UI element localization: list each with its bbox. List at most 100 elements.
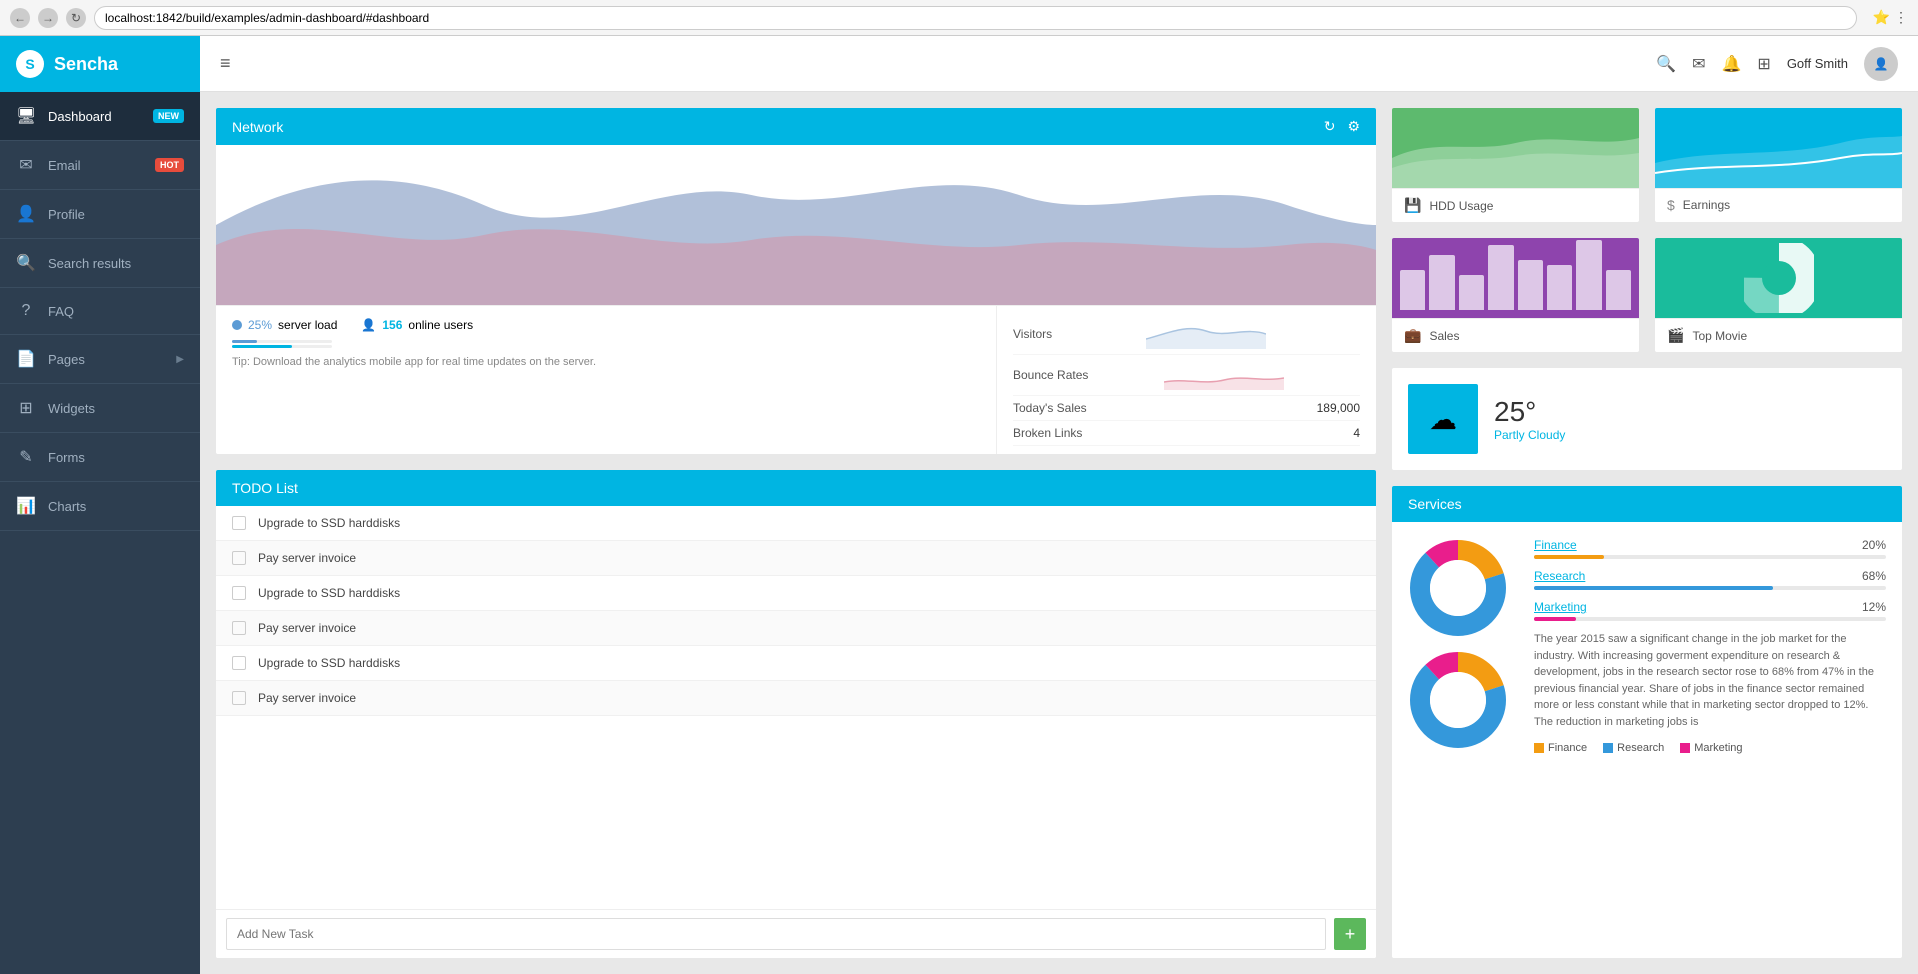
research-link[interactable]: Research <box>1534 569 1585 583</box>
forward-button[interactable]: → <box>38 8 58 28</box>
earnings-chart <box>1655 108 1902 188</box>
marketing-legend-label: Marketing <box>1694 742 1742 754</box>
earnings-label: Earnings <box>1683 198 1730 212</box>
todo-checkbox[interactable] <box>232 691 246 705</box>
browser-icons: ⭐ ⋮ <box>1873 9 1908 26</box>
sales-value: 189,000 <box>1317 401 1360 415</box>
services-donut-charts <box>1408 538 1518 754</box>
server-load-bar <box>232 340 332 343</box>
dollar-icon: $ <box>1667 197 1675 213</box>
todo-title: TODO List <box>232 480 298 496</box>
right-column: 💾 HDD Usage $ <box>1392 108 1902 958</box>
grid-icon[interactable]: ⊞ <box>1757 54 1770 74</box>
sidebar-item-charts[interactable]: 📊 Charts <box>0 482 200 531</box>
settings-icon[interactable]: ⚙ <box>1347 118 1360 135</box>
todo-checkbox[interactable] <box>232 551 246 565</box>
earnings-footer: $ Earnings <box>1655 188 1902 221</box>
sidebar-item-pages[interactable]: 📄 Pages ▶ <box>0 335 200 384</box>
email-icon: ✉ <box>16 155 36 175</box>
movie-label: Top Movie <box>1692 329 1747 343</box>
movie-icon: 🎬 <box>1667 327 1684 344</box>
url-bar[interactable] <box>94 6 1857 30</box>
sidebar-item-label: Dashboard <box>48 109 141 124</box>
todo-checkbox[interactable] <box>232 656 246 670</box>
donut-chart-top <box>1408 538 1508 638</box>
online-users-count: 156 <box>382 318 402 332</box>
marketing-link[interactable]: Marketing <box>1534 600 1587 614</box>
todo-card: TODO List Upgrade to SSD harddisks Pay s… <box>216 470 1376 958</box>
bar-chart-bar <box>1429 255 1454 310</box>
server-load-stat: 25% server load <box>232 318 337 332</box>
online-users-bar-fill <box>232 345 292 348</box>
user-avatar[interactable]: 👤 <box>1864 47 1898 81</box>
charts-icon: 📊 <box>16 496 36 516</box>
services-legend: Finance Research Marketing <box>1534 742 1886 754</box>
sidebar-logo: S Sencha <box>0 36 200 92</box>
network-card: Network ↻ ⚙ <box>216 108 1376 454</box>
services-card: Services <box>1392 486 1902 958</box>
logo-icon: S <box>16 50 44 78</box>
visitors-label: Visitors <box>1013 327 1052 341</box>
sidebar-item-widgets[interactable]: ⊞ Widgets <box>0 384 200 433</box>
services-description: The year 2015 saw a significant change i… <box>1534 631 1886 730</box>
main-content: ≡ 🔍 ✉ 🔔 ⊞ Goff Smith 👤 Network <box>200 36 1918 974</box>
server-load-pct: 25% <box>248 318 272 332</box>
bar-chart-bar <box>1606 270 1631 310</box>
sidebar-item-faq[interactable]: ? FAQ <box>0 288 200 335</box>
todo-checkbox[interactable] <box>232 516 246 530</box>
metric-visitors: Visitors <box>1013 314 1360 355</box>
tip-text: Tip: Download the analytics mobile app f… <box>232 356 980 368</box>
pages-icon: 📄 <box>16 349 36 369</box>
hdd-widget: 💾 HDD Usage <box>1392 108 1639 222</box>
todo-checkbox[interactable] <box>232 586 246 600</box>
finance-bar-fill <box>1534 555 1604 559</box>
server-load-dot <box>232 320 242 330</box>
marketing-bar-fill <box>1534 617 1576 621</box>
bar-chart-bar <box>1488 245 1513 310</box>
search-icon[interactable]: 🔍 <box>1656 54 1676 74</box>
earnings-chart-svg <box>1655 108 1902 188</box>
todo-text: Pay server invoice <box>258 621 356 635</box>
reload-button[interactable]: ↻ <box>66 8 86 28</box>
topbar: ≡ 🔍 ✉ 🔔 ⊞ Goff Smith 👤 <box>200 36 1918 92</box>
email-icon[interactable]: ✉ <box>1692 54 1705 74</box>
sales-widget: 💼 Sales <box>1392 238 1639 352</box>
movie-footer: 🎬 Top Movie <box>1655 318 1902 352</box>
donut-chart-bottom <box>1408 650 1508 750</box>
network-title: Network <box>232 119 283 135</box>
hamburger-menu[interactable]: ≡ <box>220 53 231 74</box>
legend-finance: Finance <box>1534 742 1587 754</box>
sidebar-item-label: FAQ <box>48 304 184 319</box>
stat-items: 25% server load 👤 156 online users <box>232 318 980 332</box>
back-button[interactable]: ← <box>10 8 30 28</box>
finance-bar-bg <box>1534 555 1886 559</box>
sidebar-item-forms[interactable]: ✎ Forms <box>0 433 200 482</box>
service-research-row: Research 68% <box>1534 569 1886 590</box>
todo-text: Upgrade to SSD harddisks <box>258 516 400 530</box>
top-widgets-row: 💾 HDD Usage $ <box>1392 108 1902 222</box>
hot-badge: HOT <box>155 158 184 172</box>
finance-link[interactable]: Finance <box>1534 538 1577 552</box>
todo-checkbox[interactable] <box>232 621 246 635</box>
todo-item: Upgrade to SSD harddisks <box>216 646 1376 681</box>
visitors-mini-chart <box>1146 319 1266 349</box>
user-name: Goff Smith <box>1787 56 1848 71</box>
sidebar-item-profile[interactable]: 👤 Profile <box>0 190 200 239</box>
bar-chart-bar <box>1400 270 1425 310</box>
sidebar-item-search-results[interactable]: 🔍 Search results <box>0 239 200 288</box>
stats-left: 25% server load 👤 156 online users <box>216 306 996 380</box>
add-task-button[interactable]: + <box>1334 918 1366 950</box>
movie-widget: 🎬 Top Movie <box>1655 238 1902 352</box>
server-load-bar-fill <box>232 340 257 343</box>
services-right: Finance 20% Research 68% <box>1534 538 1886 754</box>
wave-chart-svg <box>216 145 1376 305</box>
refresh-icon[interactable]: ↻ <box>1324 118 1336 135</box>
sidebar: S Sencha 🖥 Dashboard NEW ✉ Email HOT 👤 P… <box>0 36 200 974</box>
todo-text: Upgrade to SSD harddisks <box>258 586 400 600</box>
metric-links: Broken Links 4 <box>1013 421 1360 446</box>
sidebar-item-dashboard[interactable]: 🖥 Dashboard NEW <box>0 92 200 141</box>
bell-icon[interactable]: 🔔 <box>1721 54 1741 74</box>
add-task-input[interactable] <box>226 918 1326 950</box>
bar-chart-bar <box>1576 240 1601 310</box>
sidebar-item-email[interactable]: ✉ Email HOT <box>0 141 200 190</box>
